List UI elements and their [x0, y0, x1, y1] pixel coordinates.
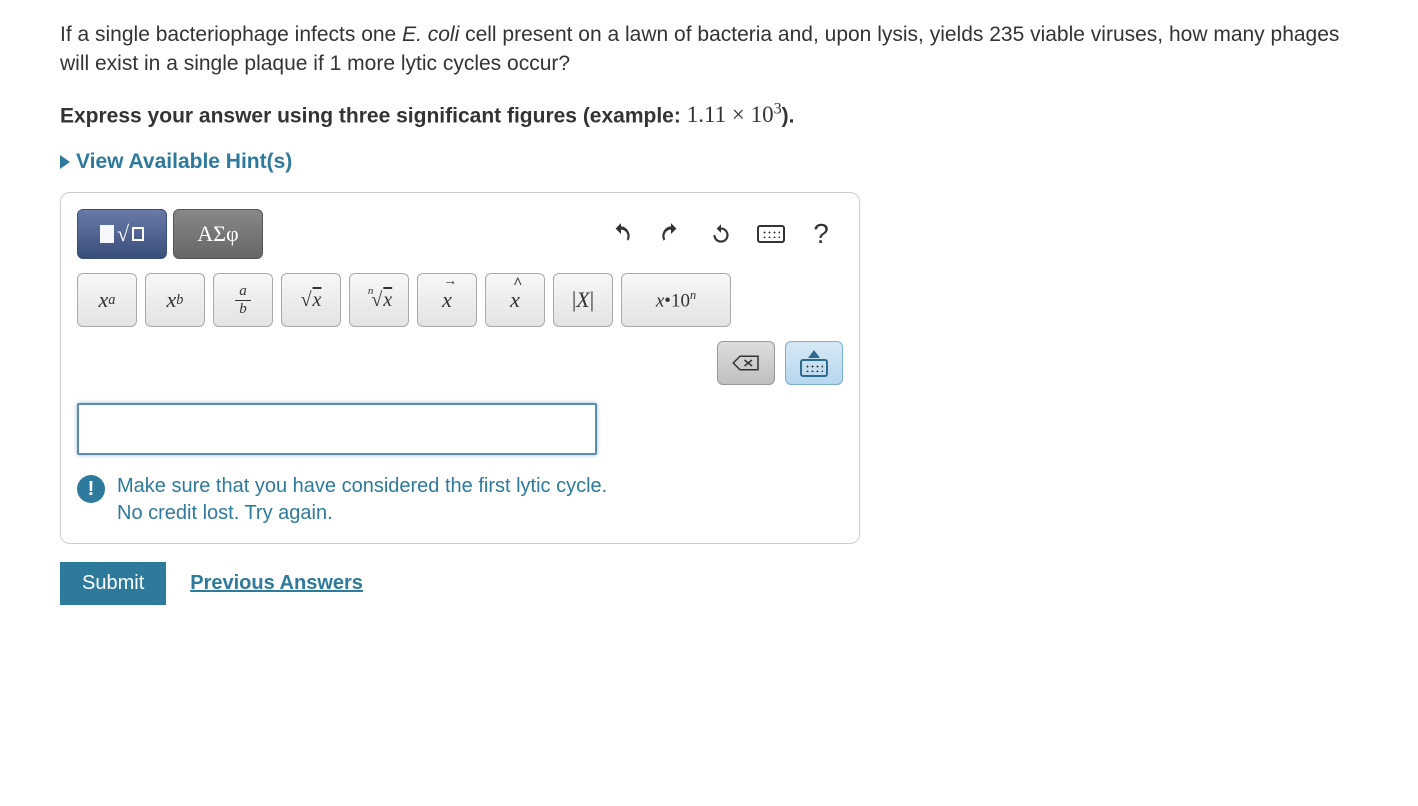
- superscript-button[interactable]: xa: [77, 273, 137, 327]
- feedback-line1: Make sure that you have considered the f…: [117, 473, 607, 500]
- undo-button[interactable]: [599, 212, 643, 256]
- reset-icon: [708, 221, 734, 247]
- undo-icon: [608, 221, 634, 247]
- toolbar-tabs: √ ΑΣφ ?: [77, 209, 843, 259]
- absolute-value-button[interactable]: |X|: [553, 273, 613, 327]
- answer-instruction: Express your answer using three signific…: [60, 101, 1358, 129]
- submit-button[interactable]: Submit: [60, 562, 166, 605]
- question-text: If a single bacteriophage infects one E.…: [60, 20, 1358, 79]
- feedback-line2: No credit lost. Try again.: [117, 500, 607, 527]
- example-value: 1.11 × 103: [687, 102, 782, 127]
- math-templates-icon: √: [100, 221, 144, 247]
- toolbar-math-ops: xa xb ab √x n√x x x |X| x•10n: [77, 273, 843, 327]
- fraction-button[interactable]: ab: [213, 273, 273, 327]
- sqrt-button[interactable]: √x: [281, 273, 341, 327]
- subscript-button[interactable]: xb: [145, 273, 205, 327]
- reset-button[interactable]: [699, 212, 743, 256]
- keyboard-icon: [757, 225, 785, 243]
- tab-greek-letters[interactable]: ΑΣφ: [173, 209, 263, 259]
- alert-icon: !: [77, 475, 105, 503]
- hints-label: View Available Hint(s): [76, 150, 292, 174]
- redo-icon: [658, 221, 684, 247]
- arrow-up-icon: [808, 350, 820, 358]
- submit-row: Submit Previous Answers: [60, 562, 1358, 605]
- backspace-icon: [731, 352, 761, 374]
- keyboard-icon: [800, 359, 828, 377]
- question-prefix: If a single bacteriophage infects one: [60, 23, 402, 46]
- help-icon: ?: [813, 218, 829, 250]
- tab-math-templates[interactable]: √: [77, 209, 167, 259]
- show-keyboard-button[interactable]: [785, 341, 843, 385]
- nth-root-button[interactable]: n√x: [349, 273, 409, 327]
- scientific-notation-button[interactable]: x•10n: [621, 273, 731, 327]
- help-button[interactable]: ?: [799, 212, 843, 256]
- vector-button[interactable]: x: [417, 273, 477, 327]
- answer-panel: √ ΑΣφ ? xa xb ab: [60, 192, 860, 544]
- toolbar-input-controls: [77, 341, 843, 385]
- caret-right-icon: [60, 155, 70, 169]
- previous-answers-link[interactable]: Previous Answers: [190, 572, 363, 595]
- backspace-button[interactable]: [717, 341, 775, 385]
- unit-vector-button[interactable]: x: [485, 273, 545, 327]
- keyboard-shortcuts-button[interactable]: [749, 212, 793, 256]
- question-italic: E. coli: [402, 23, 459, 46]
- feedback-message: ! Make sure that you have considered the…: [77, 473, 843, 527]
- view-hints-toggle[interactable]: View Available Hint(s): [60, 150, 292, 174]
- answer-input[interactable]: [77, 403, 597, 455]
- redo-button[interactable]: [649, 212, 693, 256]
